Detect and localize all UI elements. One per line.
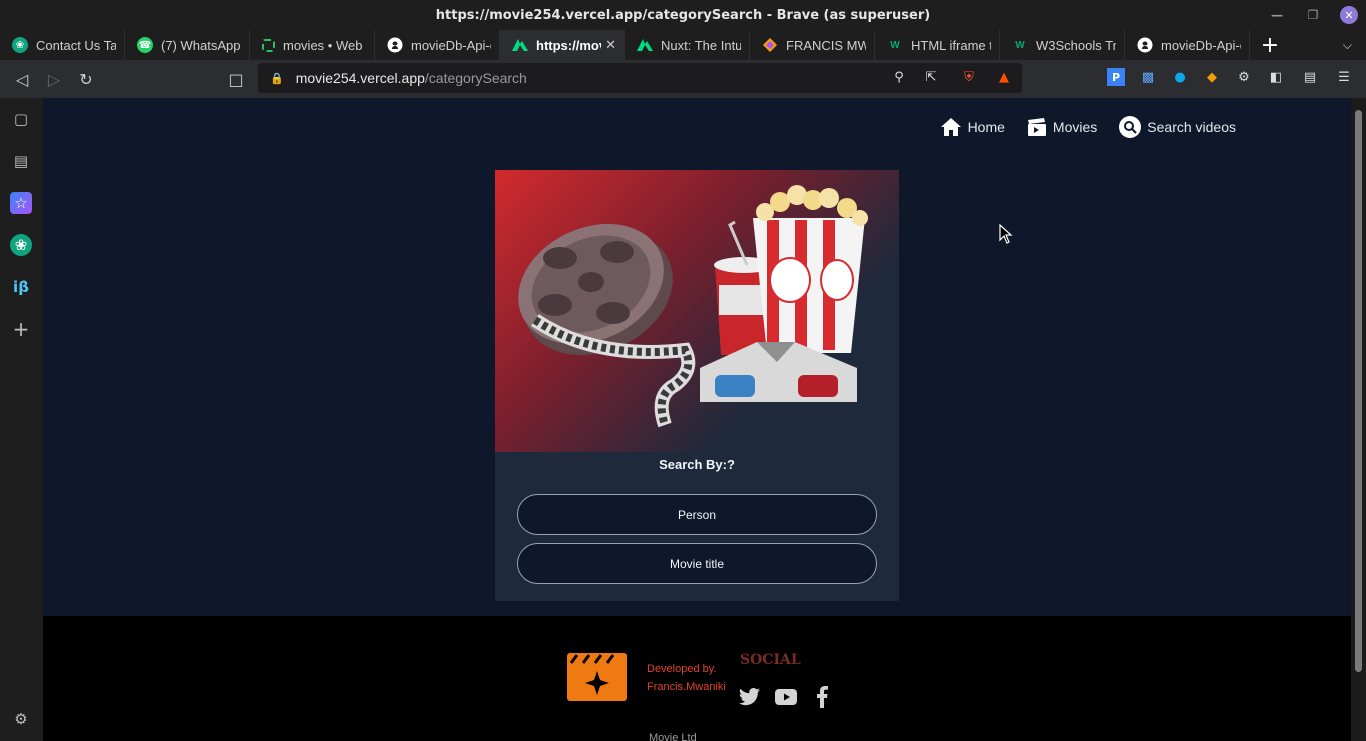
search-by-label: Search By:?: [659, 457, 735, 472]
browser-tab[interactable]: ❀ Contact Us Tab: [0, 30, 125, 60]
forward-button[interactable]: ▷: [38, 63, 70, 95]
diamond-icon: [762, 37, 778, 53]
new-tab-button[interactable]: +: [1250, 30, 1290, 60]
home-icon: [940, 118, 961, 136]
bookmarks-icon[interactable]: ▤: [10, 150, 32, 172]
browser-sidebar: ▢ ▤ ☆ ❀ iβ + ⚙: [0, 98, 43, 741]
browser-tab[interactable]: ☎ (7) WhatsApp: [125, 30, 250, 60]
page-scrollbar[interactable]: [1351, 98, 1366, 741]
browser-tab[interactable]: FRANCIS MWA: [750, 30, 875, 60]
sidebar-toggle-icon[interactable]: ◧: [1267, 68, 1285, 86]
minimize-button[interactable]: —: [1268, 6, 1286, 24]
zoom-icon[interactable]: ⚲: [890, 68, 908, 86]
extensions-puzzle-icon[interactable]: ⚙: [1235, 68, 1253, 86]
w3schools-icon: W: [1015, 39, 1025, 51]
tab-strip: ❀ Contact Us Tab ☎ (7) WhatsApp movies • W…: [0, 30, 1366, 60]
mouse-cursor-icon: [999, 224, 1013, 244]
browser-tab-active[interactable]: https://mov ✕: [500, 30, 625, 60]
maximize-button[interactable]: ❐: [1304, 6, 1322, 24]
top-nav: Home Movies Search videos: [940, 116, 1236, 138]
page-content: Home Movies Search videos Search By:? Pe…: [43, 98, 1351, 741]
reading-list-icon[interactable]: ▢: [10, 108, 32, 130]
github-icon: [1137, 37, 1153, 53]
popcorn-icon: [753, 185, 868, 353]
facebook-icon[interactable]: [811, 686, 833, 708]
window-title: https://movie254.vercel.app/categorySear…: [435, 7, 931, 23]
dashed-square-icon: [262, 38, 275, 52]
nuxt-icon: [512, 37, 528, 53]
developer-credit: Developed by. Francis.Mwaniki: [647, 663, 726, 693]
chatgpt-icon: ❀: [12, 37, 28, 53]
tab-list-chevron-icon[interactable]: ⌵: [1343, 30, 1352, 60]
close-tab-icon[interactable]: ✕: [605, 37, 616, 53]
window-titlebar: https://movie254.vercel.app/categorySear…: [0, 0, 1366, 30]
settings-gear-icon[interactable]: ⚙: [10, 708, 32, 730]
scrollbar-thumb[interactable]: [1355, 110, 1362, 672]
nuxt-icon: [637, 37, 653, 53]
browser-tab[interactable]: movieDb-Api-c: [1125, 30, 1250, 60]
bookmark-button[interactable]: □: [220, 63, 252, 95]
youtube-icon[interactable]: [775, 686, 797, 708]
browser-tab[interactable]: movieDb-Api-c: [375, 30, 500, 60]
app-icon[interactable]: ☆: [10, 192, 32, 214]
clapperboard-icon: [1027, 118, 1046, 136]
cinema-illustration: [495, 170, 899, 452]
footer: Developed by. Francis.Mwaniki SOCIAL Mov…: [43, 616, 1351, 741]
back-button[interactable]: ◁: [6, 63, 38, 95]
nav-movies[interactable]: Movies: [1027, 117, 1097, 137]
wallet-icon[interactable]: ▤: [1301, 68, 1319, 86]
browser-tab[interactable]: Nuxt: The Intuit: [625, 30, 750, 60]
brave-rewards-icon[interactable]: ▲: [995, 68, 1013, 86]
reload-button[interactable]: ↻: [70, 63, 102, 95]
search-icon: [1119, 116, 1142, 138]
close-window-button[interactable]: ✕: [1340, 6, 1358, 24]
extension-p-icon[interactable]: P: [1107, 68, 1125, 86]
url-path: /categorySearch: [424, 70, 527, 86]
film-reel-icon: [518, 223, 696, 428]
menu-icon[interactable]: ☰: [1335, 68, 1353, 86]
w3schools-icon: W: [890, 39, 900, 51]
movie-title-option-button[interactable]: Movie title: [517, 543, 877, 584]
social-heading: SOCIAL: [740, 652, 801, 668]
ib-icon[interactable]: iβ: [10, 276, 32, 298]
url-host: movie254.vercel.app: [295, 70, 425, 86]
copyright-text: Movie Ltd: [649, 732, 697, 741]
twitter-icon[interactable]: [739, 686, 761, 708]
extension-edge-icon[interactable]: ●: [1171, 68, 1189, 86]
person-option-button[interactable]: Person: [517, 494, 877, 535]
extension-diamond-icon[interactable]: ◆: [1203, 68, 1221, 86]
add-icon[interactable]: +: [10, 317, 32, 341]
lock-icon: 🔒: [270, 72, 284, 85]
browser-tab[interactable]: WHTML iframe ta: [875, 30, 1000, 60]
nav-search-videos[interactable]: Search videos: [1119, 116, 1236, 138]
window-controls: — ❐ ✕: [1268, 0, 1358, 30]
github-icon: [387, 37, 403, 53]
brave-shields-icon[interactable]: ⛨: [960, 68, 978, 86]
nav-home[interactable]: Home: [940, 116, 1005, 138]
clapperboard-logo-icon: [567, 653, 627, 701]
whatsapp-icon: ☎: [137, 37, 153, 53]
share-icon[interactable]: ⇱: [922, 68, 940, 86]
extension-doc-icon[interactable]: ▩: [1139, 68, 1157, 86]
chatgpt-icon[interactable]: ❀: [10, 234, 32, 256]
category-search-card: Search By:? Person Movie title: [495, 170, 899, 601]
browser-tab[interactable]: W W3Schools Try: [1000, 30, 1125, 60]
browser-tab[interactable]: movies • Web: [250, 30, 375, 60]
